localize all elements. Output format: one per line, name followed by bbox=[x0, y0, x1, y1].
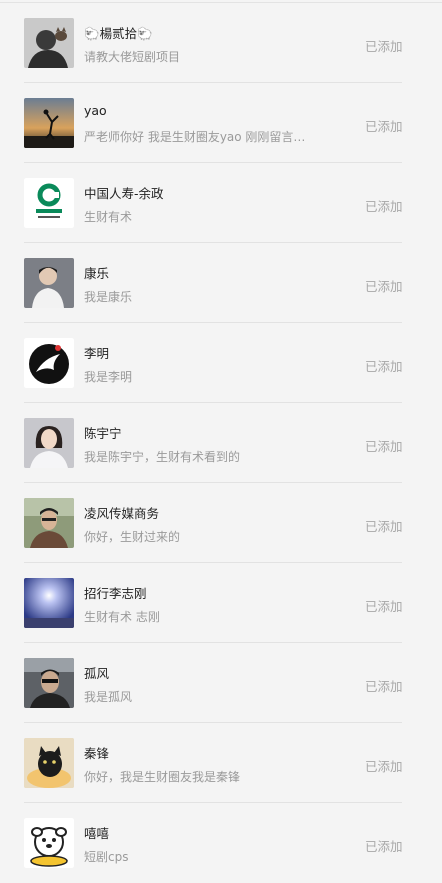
list-item[interactable]: 陈宇宁 我是陈宇宁，生财有术看到的 已添加 bbox=[0, 403, 442, 483]
avatar[interactable] bbox=[24, 178, 74, 228]
added-status: 已添加 bbox=[365, 759, 403, 774]
avatar[interactable] bbox=[24, 658, 74, 708]
contact-name: 中国人寿-余政 bbox=[84, 186, 164, 201]
contact-name: 康乐 bbox=[84, 266, 110, 281]
list-item[interactable]: 凌风传媒商务 你好，生财过来的 已添加 bbox=[0, 483, 442, 563]
contact-message: 我是康乐 bbox=[84, 290, 133, 304]
contact-name: 嘻嘻 bbox=[84, 826, 110, 841]
avatar[interactable] bbox=[24, 418, 74, 468]
avatar[interactable] bbox=[24, 98, 74, 148]
contact-message: 严老师你好 我是生财圈友yao 刚刚留言… bbox=[84, 130, 306, 144]
list-item[interactable]: 嘻嘻 短剧cps 已添加 bbox=[0, 803, 442, 883]
contact-message: 你好，生财过来的 bbox=[84, 530, 181, 544]
contact-name: 凌风传媒商务 bbox=[84, 506, 160, 521]
contact-message: 你好，我是生财圈友我是秦锋 bbox=[84, 770, 241, 784]
avatar[interactable] bbox=[24, 738, 74, 788]
contact-message: 生财有术 志刚 bbox=[84, 610, 160, 624]
added-status: 已添加 bbox=[365, 359, 403, 374]
contact-name: 秦锋 bbox=[84, 746, 110, 761]
contact-message: 请教大佬短剧项目 bbox=[84, 50, 181, 64]
added-status: 已添加 bbox=[365, 679, 403, 694]
added-status: 已添加 bbox=[365, 119, 403, 134]
added-status: 已添加 bbox=[365, 199, 403, 214]
contact-name: 陈宇宁 bbox=[84, 426, 122, 441]
list-item[interactable]: 李明 我是李明 已添加 bbox=[0, 323, 442, 403]
list-item[interactable]: 中国人寿-余政 生财有术 已添加 bbox=[0, 163, 442, 243]
list-item[interactable]: 康乐 我是康乐 已添加 bbox=[0, 243, 442, 323]
contact-message: 我是李明 bbox=[84, 370, 133, 384]
avatar[interactable] bbox=[24, 18, 74, 68]
avatar[interactable] bbox=[24, 498, 74, 548]
contact-name: yao bbox=[84, 103, 107, 118]
person-with-cat-avatar-icon bbox=[24, 18, 74, 68]
contact-name: 🐑楊贰拾🐑 bbox=[84, 26, 153, 41]
list-item[interactable]: 🐑楊贰拾🐑 请教大佬短剧项目 已添加 bbox=[0, 3, 442, 83]
black-cat-avatar-icon bbox=[24, 738, 74, 788]
young-man-photo-avatar-icon bbox=[24, 258, 74, 308]
man-in-car-avatar-icon bbox=[24, 658, 74, 708]
list-item[interactable]: 秦锋 你好，我是生财圈友我是秦锋 已添加 bbox=[0, 723, 442, 803]
list-item[interactable]: 孤风 我是孤风 已添加 bbox=[0, 643, 442, 723]
night-light-avatar-icon bbox=[24, 578, 74, 628]
added-status: 已添加 bbox=[365, 519, 403, 534]
avatar[interactable] bbox=[24, 578, 74, 628]
list-item[interactable]: 招行李志刚 生财有术 志刚 已添加 bbox=[0, 563, 442, 643]
black-bird-logo-avatar-icon bbox=[24, 338, 74, 388]
contact-message: 短剧cps bbox=[84, 850, 129, 864]
sunset-silhouette-avatar-icon bbox=[24, 98, 74, 148]
list-item[interactable]: yao 严老师你好 我是生财圈友yao 刚刚留言… 已添加 bbox=[0, 83, 442, 163]
added-status: 已添加 bbox=[365, 279, 403, 294]
avatar[interactable] bbox=[24, 338, 74, 388]
contact-name: 孤风 bbox=[84, 666, 110, 681]
man-outdoor-avatar-icon bbox=[24, 498, 74, 548]
avatar[interactable] bbox=[24, 818, 74, 868]
friend-request-list: 🐑楊贰拾🐑 请教大佬短剧项目 已添加 yao 严老师你好 我是生财圈友yao 刚… bbox=[0, 3, 442, 883]
added-status: 已添加 bbox=[365, 439, 403, 454]
avatar[interactable] bbox=[24, 258, 74, 308]
contact-name: 李明 bbox=[84, 346, 110, 361]
added-status: 已添加 bbox=[365, 39, 403, 54]
cartoon-dog-avatar-icon bbox=[24, 818, 74, 868]
woman-portrait-avatar-icon bbox=[24, 418, 74, 468]
contact-message: 我是孤风 bbox=[84, 690, 133, 704]
added-status: 已添加 bbox=[365, 839, 403, 854]
china-life-logo-avatar-icon bbox=[24, 178, 74, 228]
contact-message: 生财有术 bbox=[84, 210, 133, 224]
contact-name: 招行李志刚 bbox=[84, 586, 147, 601]
added-status: 已添加 bbox=[365, 599, 403, 614]
contact-message: 我是陈宇宁，生财有术看到的 bbox=[84, 450, 241, 464]
